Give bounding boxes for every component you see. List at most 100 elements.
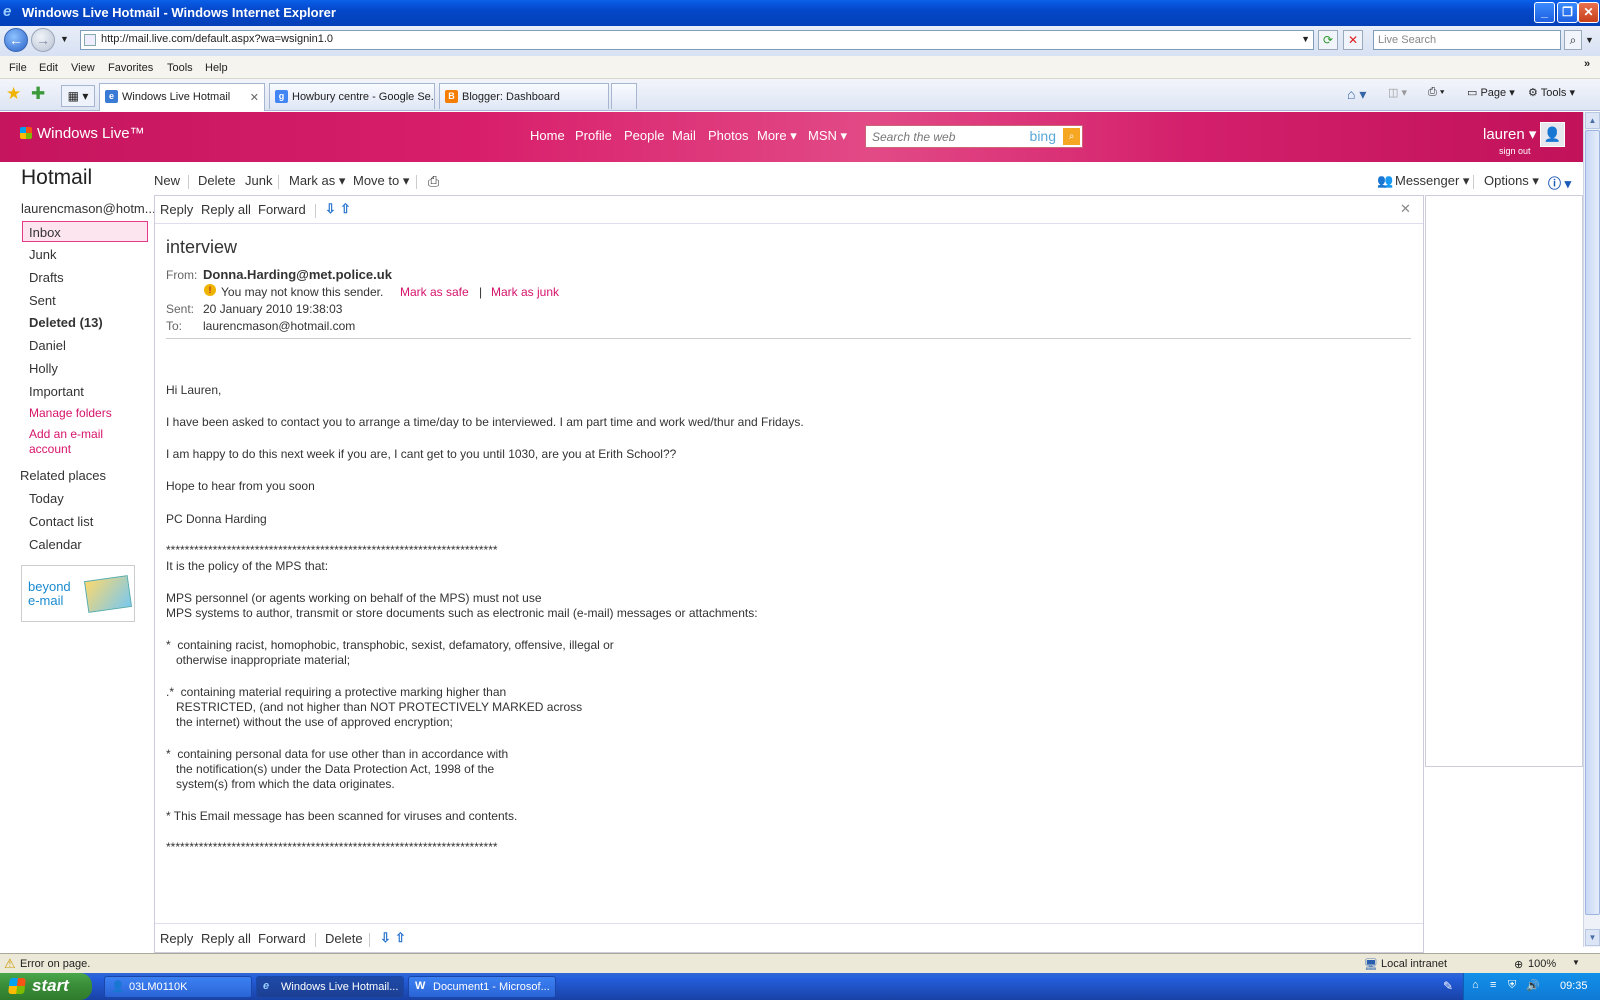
add-favorite-icon[interactable]: ✚ <box>31 84 45 104</box>
messenger-icon[interactable]: 👥 <box>1377 173 1393 189</box>
live-search-input[interactable]: Live Search <box>1373 30 1561 50</box>
pen-icon[interactable]: ✎ <box>1443 979 1453 993</box>
network-icon[interactable]: ⌂ <box>1472 979 1479 991</box>
tools-menu[interactable]: ⚙ Tools ▾ <box>1528 86 1575 99</box>
search-options-icon[interactable]: ▼ <box>1585 35 1594 45</box>
nav-home[interactable]: Home <box>530 128 565 143</box>
security-icon[interactable]: ⛨ <box>1508 979 1516 992</box>
menu-favorites[interactable]: Favorites <box>108 62 153 74</box>
account-name[interactable]: laurencmason@hotm... <box>21 201 156 216</box>
related-calendar[interactable]: Calendar <box>29 537 82 552</box>
back-button[interactable]: ← <box>4 28 28 52</box>
close-message-icon[interactable]: ✕ <box>1400 201 1411 217</box>
language-icon[interactable]: ≡ <box>1490 979 1496 991</box>
home-icon[interactable]: ⌂ ▾ <box>1347 86 1366 103</box>
move-to-menu[interactable]: Move to ▾ <box>353 173 409 189</box>
forward-button[interactable]: → <box>31 28 55 52</box>
folder-inbox[interactable]: Inbox <box>29 225 61 240</box>
zoom-level[interactable]: 100% <box>1528 958 1556 970</box>
address-dropdown-icon[interactable]: ▼ <box>1301 34 1310 44</box>
related-today[interactable]: Today <box>29 491 64 506</box>
stop-button[interactable]: ✕ <box>1343 30 1363 50</box>
folder-drafts[interactable]: Drafts <box>29 270 64 285</box>
taskbar-item-03lm0110k[interactable]: 👤 03LM0110K <box>104 976 252 998</box>
nav-mail[interactable]: Mail <box>672 128 696 143</box>
folder-daniel[interactable]: Daniel <box>29 338 66 353</box>
page-scrollbar[interactable]: ▲ ▼ <box>1583 112 1600 947</box>
taskbar-item-document1[interactable]: W Document1 - Microsof... <box>408 976 556 998</box>
start-button[interactable]: start <box>0 973 92 1000</box>
nav-photos[interactable]: Photos <box>708 128 748 143</box>
previous-message-icon[interactable]: ⇧ <box>340 201 351 217</box>
clock[interactable]: 09:35 <box>1560 980 1588 992</box>
reply-all-button[interactable]: Reply all <box>201 202 251 217</box>
from-address[interactable]: Donna.Harding@met.police.uk <box>203 267 392 282</box>
address-field[interactable]: http://mail.live.com/default.aspx?wa=wsi… <box>80 30 1314 50</box>
previous-message-icon-bottom[interactable]: ⇧ <box>395 930 406 946</box>
volume-icon[interactable]: 🔊 <box>1526 979 1540 992</box>
maximize-button[interactable]: ❐ <box>1557 2 1578 23</box>
manage-folders-link[interactable]: Manage folders <box>29 406 112 420</box>
menu-tools[interactable]: Tools <box>167 62 193 74</box>
mark-as-junk-link[interactable]: Mark as junk <box>491 285 559 299</box>
related-contact-list[interactable]: Contact list <box>29 514 93 529</box>
nav-people[interactable]: People <box>624 128 664 143</box>
warning-icon[interactable]: ⚠ <box>4 956 16 972</box>
messenger-menu[interactable]: Messenger ▾ <box>1395 173 1469 189</box>
folder-sent[interactable]: Sent <box>29 293 56 308</box>
minimize-button[interactable]: _ <box>1534 2 1555 23</box>
add-email-account-link[interactable]: Add an e-mail <box>29 427 103 441</box>
menu-view[interactable]: View <box>71 62 95 74</box>
quick-tabs-icon[interactable]: ▦ ▾ <box>61 85 95 107</box>
tab-howbury-centre[interactable]: g Howbury centre - Google Se... <box>269 83 435 109</box>
status-text[interactable]: Error on page. <box>20 958 90 970</box>
scroll-down-icon[interactable]: ▼ <box>1585 929 1600 946</box>
junk-button[interactable]: Junk <box>245 173 272 188</box>
hotmail-title[interactable]: Hotmail <box>21 166 92 190</box>
options-menu[interactable]: Options ▾ <box>1484 173 1539 189</box>
scroll-up-icon[interactable]: ▲ <box>1585 112 1600 129</box>
folder-holly[interactable]: Holly <box>29 361 58 376</box>
refresh-button[interactable]: ⟳ <box>1318 30 1338 50</box>
web-search-input[interactable]: Search the web bing ⌕ <box>865 125 1083 148</box>
close-window-button[interactable]: ✕ <box>1578 2 1599 23</box>
close-tab-icon[interactable]: ✕ <box>250 91 259 104</box>
tab-windows-live-hotmail[interactable]: e Windows Live Hotmail ✕ <box>99 83 265 111</box>
windows-live-logo[interactable]: Windows Live™ <box>20 125 145 142</box>
next-message-icon[interactable]: ⇩ <box>325 201 336 217</box>
reply-button[interactable]: Reply <box>160 202 193 217</box>
menu-file[interactable]: File <box>9 62 27 74</box>
print-icon[interactable]: ⎙ <box>428 173 439 190</box>
nav-more[interactable]: More ▾ <box>757 128 797 144</box>
menu-edit[interactable]: Edit <box>39 62 58 74</box>
avatar[interactable]: 👤 <box>1540 122 1565 147</box>
feeds-icon[interactable]: ◫ ▾ <box>1388 86 1407 99</box>
taskbar-item-hotmail[interactable]: e Windows Live Hotmail... <box>256 976 404 998</box>
next-message-icon-bottom[interactable]: ⇩ <box>380 930 391 946</box>
chevron-icon[interactable]: » <box>1584 58 1590 70</box>
tab-blogger-dashboard[interactable]: B Blogger: Dashboard <box>439 83 609 109</box>
reply-button-bottom[interactable]: Reply <box>160 931 193 946</box>
new-tab-button[interactable] <box>611 83 637 109</box>
folder-junk[interactable]: Junk <box>29 247 56 262</box>
menu-help[interactable]: Help <box>205 62 228 74</box>
delete-button[interactable]: Delete <box>198 173 236 188</box>
favorites-star-icon[interactable]: ★ <box>6 84 21 104</box>
add-email-account-link-2[interactable]: account <box>29 442 71 456</box>
mark-as-menu[interactable]: Mark as ▾ <box>289 173 345 189</box>
search-go-icon[interactable]: ⌕ <box>1063 128 1080 145</box>
user-menu[interactable]: lauren ▾ <box>1483 125 1536 143</box>
beyond-email-promo[interactable]: beyond e-mail <box>21 565 135 622</box>
new-button[interactable]: New <box>154 173 180 188</box>
sign-out-link[interactable]: sign out <box>1499 146 1531 156</box>
scroll-thumb[interactable] <box>1585 130 1600 915</box>
help-icon[interactable]: ⓘ ▾ <box>1548 173 1571 192</box>
zoom-icon[interactable]: ⊕ <box>1514 958 1523 971</box>
history-dropdown-icon[interactable]: ▼ <box>60 34 69 44</box>
search-icon[interactable]: ⌕ <box>1564 30 1582 50</box>
reply-all-button-bottom[interactable]: Reply all <box>201 931 251 946</box>
forward-button-bottom[interactable]: Forward <box>258 931 306 946</box>
page-menu[interactable]: ▭ Page ▾ <box>1467 86 1515 99</box>
delete-button-bottom[interactable]: Delete <box>325 931 363 946</box>
print-icon[interactable]: ⎙ ▾ <box>1428 86 1444 99</box>
